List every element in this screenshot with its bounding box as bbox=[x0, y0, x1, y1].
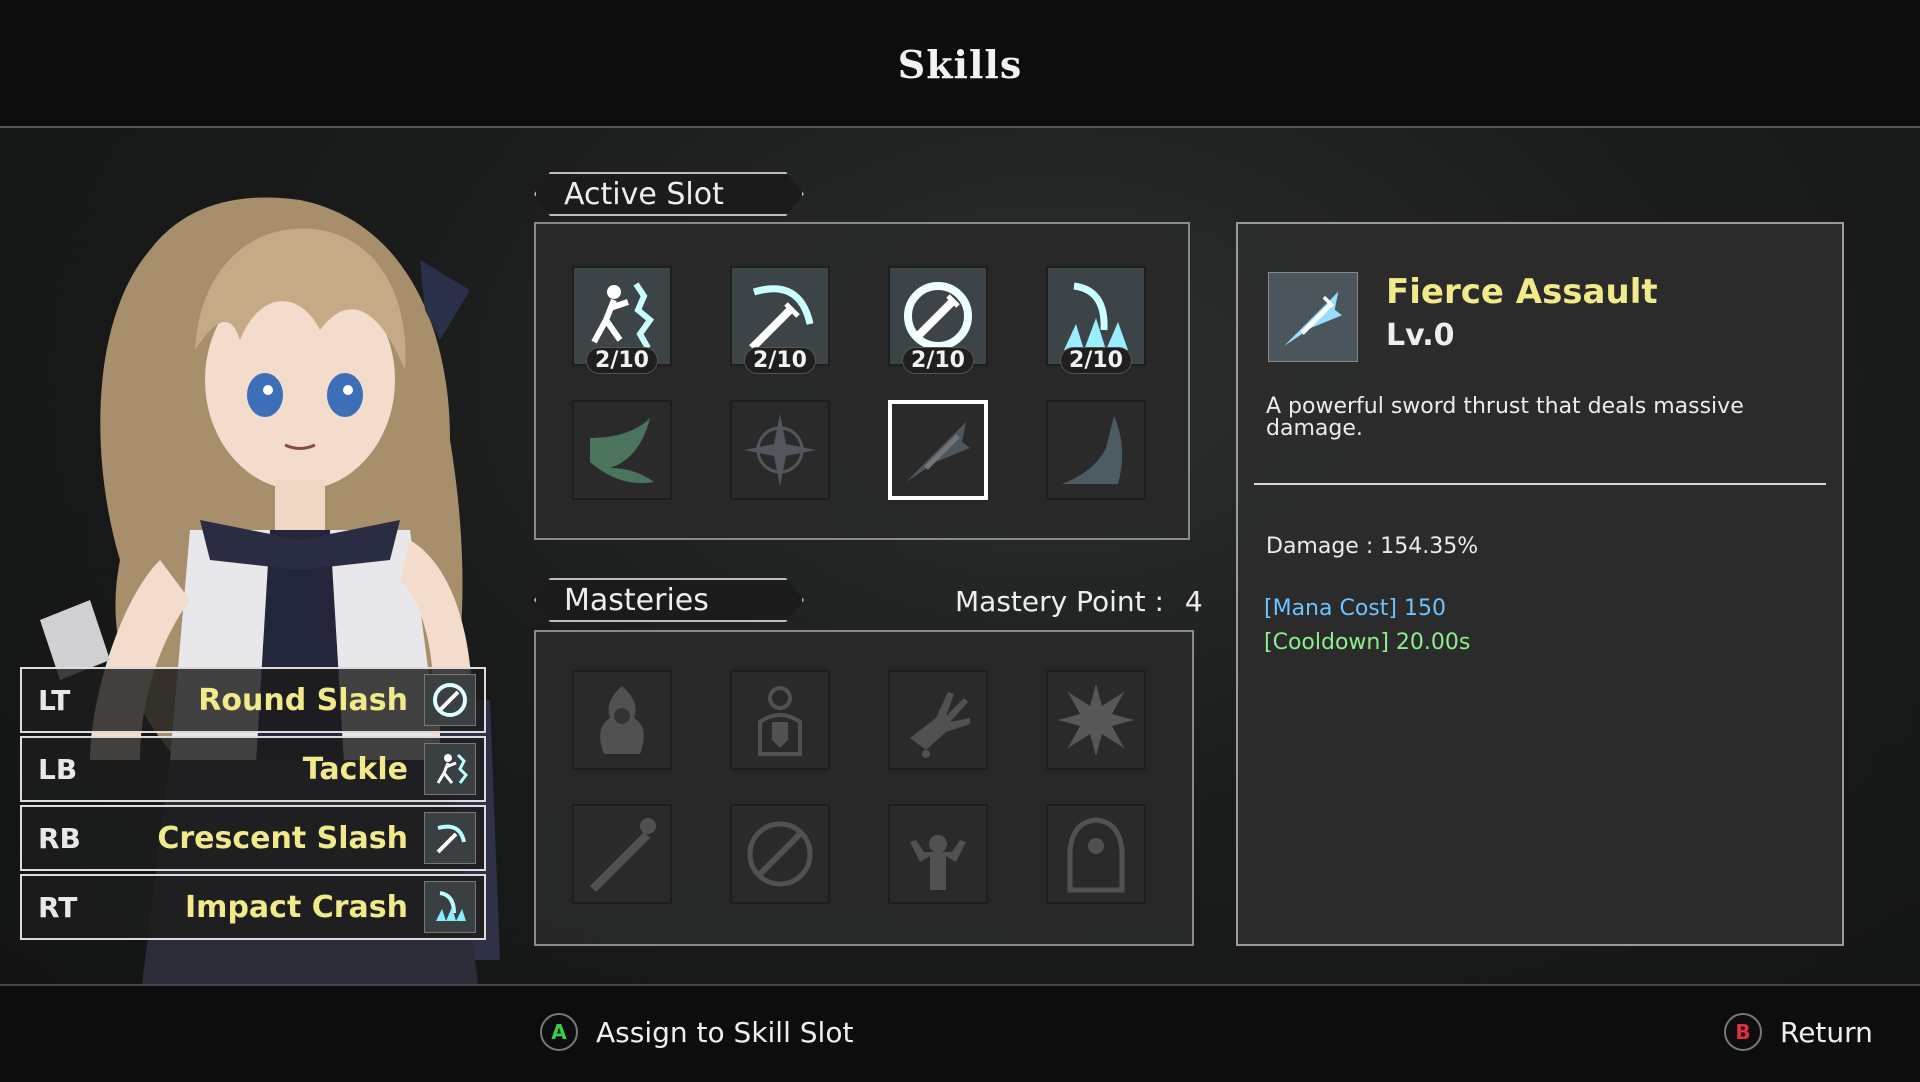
binding-key: LT bbox=[38, 683, 71, 717]
claw-wave-icon bbox=[1062, 416, 1123, 484]
skill-slot-swoosh[interactable] bbox=[572, 400, 672, 500]
binding-rt[interactable]: RT Impact Crash bbox=[20, 874, 486, 940]
return-label: Return bbox=[1780, 1015, 1873, 1049]
skill-level: 2/10 bbox=[902, 347, 974, 374]
b-button-icon: B bbox=[1724, 1013, 1762, 1051]
binding-lt[interactable]: LT Round Slash bbox=[20, 667, 486, 733]
cape-icon bbox=[1067, 817, 1125, 893]
assign-skill-hint[interactable]: A Assign to Skill Slot bbox=[540, 1013, 853, 1051]
impact-crash-icon bbox=[424, 881, 476, 933]
round-slash-icon bbox=[904, 282, 972, 350]
divider bbox=[1254, 483, 1826, 485]
active-slot-label-text: Active Slot bbox=[564, 176, 724, 212]
skill-detail-panel: Fierce Assault Lv.0 A powerful sword thr… bbox=[1236, 222, 1844, 946]
mastery-slot[interactable] bbox=[730, 804, 830, 904]
crescent-slash-icon bbox=[749, 285, 814, 351]
fierce-assault-icon bbox=[906, 422, 970, 482]
masteries-panel bbox=[534, 630, 1194, 946]
mastery-slot[interactable] bbox=[888, 804, 988, 904]
mastery-slot[interactable] bbox=[572, 670, 672, 770]
skill-description: A powerful sword thrust that deals massi… bbox=[1266, 394, 1744, 441]
sword-strike-icon bbox=[590, 818, 656, 892]
skill-slot-star-burst[interactable] bbox=[730, 400, 830, 500]
skill-level: 2/10 bbox=[586, 347, 658, 374]
masteries-label: Masteries bbox=[534, 578, 804, 622]
skill-level: 2/10 bbox=[1060, 347, 1132, 374]
bleeding-arm-icon bbox=[910, 692, 970, 758]
active-slot-label: Active Slot bbox=[534, 172, 804, 216]
binding-skill-name: Tackle bbox=[302, 751, 408, 787]
masteries-label-text: Masteries bbox=[564, 582, 709, 618]
fierce-assault-icon bbox=[1268, 272, 1358, 362]
explosion-icon bbox=[1058, 684, 1134, 756]
mastery-point-label: Mastery Point : bbox=[955, 585, 1164, 618]
mastery-slot[interactable] bbox=[730, 670, 830, 770]
no-sword-icon bbox=[747, 821, 813, 887]
skill-cooldown: [Cooldown] 20.00s bbox=[1264, 630, 1471, 655]
binding-lb[interactable]: LB Tackle bbox=[20, 736, 486, 802]
skill-slot-round-slash[interactable]: 2/10 bbox=[888, 266, 988, 374]
skill-slot-crescent-slash[interactable]: 2/10 bbox=[730, 266, 830, 374]
fire-body-icon bbox=[600, 686, 644, 754]
active-slot-panel: 2/10 2/10 2/10 2/10 bbox=[534, 222, 1190, 540]
mastery-slot[interactable] bbox=[572, 804, 672, 904]
shield-body-icon bbox=[758, 686, 802, 756]
skill-level: Lv.0 bbox=[1386, 318, 1455, 353]
binding-rb[interactable]: RB Crescent Slash bbox=[20, 805, 486, 871]
binding-skill-name: Impact Crash bbox=[185, 889, 408, 925]
skill-slot-tackle[interactable]: 2/10 bbox=[572, 266, 672, 374]
skill-slot-impact-crash[interactable]: 2/10 bbox=[1046, 266, 1146, 374]
return-hint[interactable]: B Return bbox=[1724, 1013, 1873, 1051]
tackle-icon bbox=[591, 282, 655, 350]
skill-damage: Damage : 154.35% bbox=[1266, 534, 1479, 559]
skill-name: Fierce Assault bbox=[1386, 272, 1658, 312]
mastery-point: Mastery Point : 4 bbox=[955, 585, 1203, 618]
skill-level: 2/10 bbox=[744, 347, 816, 374]
round-slash-icon bbox=[424, 674, 476, 726]
swoosh-icon bbox=[590, 418, 654, 484]
page-title: Skills bbox=[897, 42, 1023, 87]
skill-mana-cost: [Mana Cost] 150 bbox=[1264, 596, 1446, 621]
binding-skill-name: Round Slash bbox=[198, 682, 408, 718]
power-pose-icon bbox=[910, 835, 966, 890]
skill-slot-claw-wave[interactable] bbox=[1046, 400, 1146, 500]
binding-key: RB bbox=[38, 821, 81, 855]
impact-crash-icon bbox=[1064, 282, 1128, 350]
mastery-slot[interactable] bbox=[888, 670, 988, 770]
a-button-icon: A bbox=[540, 1013, 578, 1051]
binding-skill-name: Crescent Slash bbox=[157, 820, 408, 856]
mastery-slot[interactable] bbox=[1046, 670, 1146, 770]
skill-bindings: LT Round Slash LB Tackle RB Crescent Sla… bbox=[20, 667, 486, 943]
mastery-point-value: 4 bbox=[1184, 585, 1203, 618]
binding-key: RT bbox=[38, 890, 78, 924]
assign-label: Assign to Skill Slot bbox=[596, 1015, 854, 1049]
crescent-slash-icon bbox=[424, 812, 476, 864]
bottom-bar bbox=[0, 984, 1920, 1082]
tackle-icon bbox=[424, 743, 476, 795]
binding-key: LB bbox=[38, 752, 78, 786]
skill-slot-fierce-assault[interactable] bbox=[888, 400, 988, 500]
star-burst-icon bbox=[744, 414, 816, 486]
mastery-slot[interactable] bbox=[1046, 804, 1146, 904]
